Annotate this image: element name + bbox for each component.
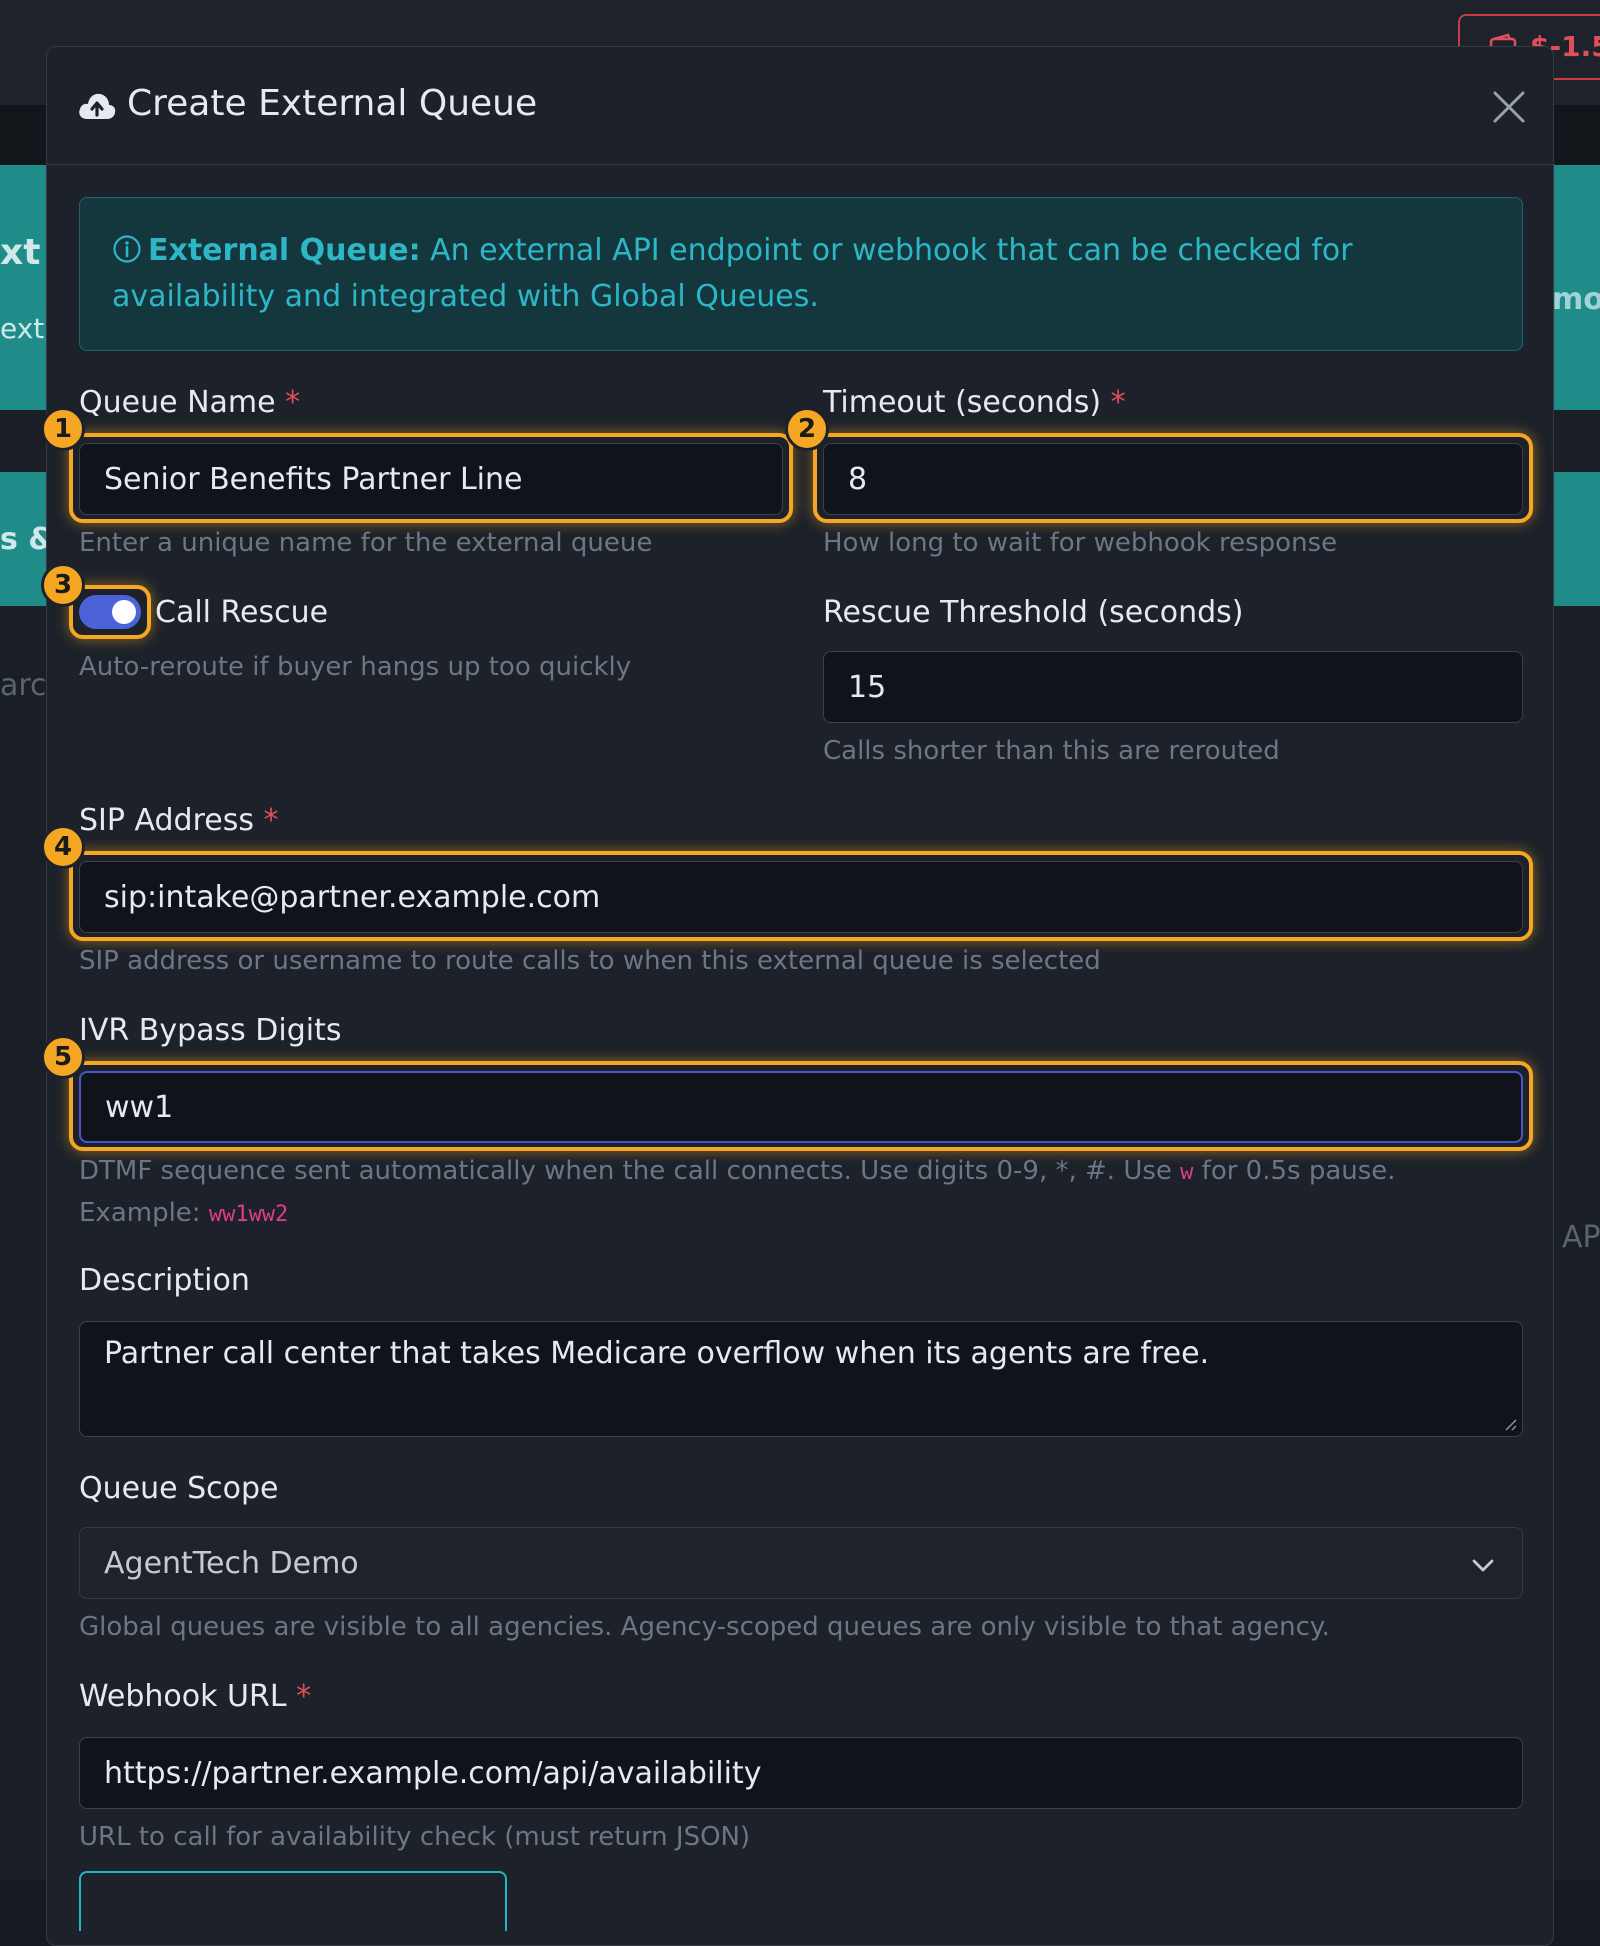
required-asterisk: *	[1110, 385, 1126, 420]
description-text: Partner call center that takes Medicare …	[104, 1336, 1210, 1371]
background-search-fragment: arc	[0, 668, 47, 703]
background-subtitle-fragment: ext	[0, 312, 45, 345]
resize-handle-icon[interactable]	[1502, 1416, 1518, 1432]
description-label: Description	[79, 1263, 250, 1298]
background-title-fragment: xt	[0, 232, 41, 273]
ivr-help-example-code: ww1ww2	[208, 1202, 289, 1227]
modal-title: Create External Queue	[127, 83, 538, 124]
sip-address-label-text: SIP Address	[79, 803, 254, 838]
step-marker-1: 1	[41, 407, 85, 451]
step-marker-2: 2	[785, 407, 829, 451]
chevron-down-icon	[1472, 1559, 1494, 1572]
ivr-help-code-pause: w	[1180, 1160, 1194, 1185]
sip-address-label: SIP Address *	[79, 803, 279, 838]
step-marker-4: 4	[41, 825, 85, 869]
queue-scope-select[interactable]: AgentTech Demo	[79, 1527, 1523, 1599]
create-external-queue-modal: Create External Queue External Queue: An…	[41, 46, 1555, 1946]
ivr-help-text: DTMF sequence sent automatically when th…	[79, 1156, 1181, 1186]
webhook-url-input[interactable]: https://partner.example.com/api/availabi…	[79, 1737, 1523, 1809]
timeout-help: How long to wait for webhook response	[823, 528, 1338, 558]
sip-address-input[interactable]: sip:intake@partner.example.com	[79, 861, 1523, 933]
ivr-bypass-label: IVR Bypass Digits	[79, 1013, 342, 1048]
required-asterisk: *	[296, 1679, 312, 1714]
queue-name-help: Enter a unique name for the external que…	[79, 528, 653, 558]
test-webhook-button[interactable]	[79, 1871, 507, 1931]
queue-name-label-text: Queue Name	[79, 385, 276, 420]
webhook-url-label-text: Webhook URL	[79, 1679, 287, 1714]
cloud-upload-icon	[79, 93, 116, 119]
step-marker-5: 5	[41, 1035, 85, 1079]
call-rescue-toggle[interactable]	[79, 595, 141, 629]
queue-name-input[interactable]: Senior Benefits Partner Line	[79, 443, 783, 515]
call-rescue-help: Auto-reroute if buyer hangs up too quick…	[79, 652, 632, 682]
call-rescue-label: Call Rescue	[155, 595, 329, 630]
timeout-label-text: Timeout (seconds)	[823, 385, 1102, 420]
close-icon[interactable]	[1489, 87, 1529, 127]
queue-scope-selected: AgentTech Demo	[104, 1545, 359, 1581]
queue-scope-help: Global queues are visible to all agencie…	[79, 1612, 1330, 1642]
rescue-threshold-label: Rescue Threshold (seconds)	[823, 595, 1244, 630]
info-icon	[113, 235, 141, 263]
rescue-threshold-help: Calls shorter than this are rerouted	[823, 736, 1280, 766]
ivr-help-example: Example:	[79, 1198, 209, 1228]
queue-scope-label: Queue Scope	[79, 1471, 279, 1506]
ivr-bypass-help: DTMF sequence sent automatically when th…	[79, 1151, 1396, 1235]
ivr-help-text-b: for 0.5s pause.	[1193, 1156, 1396, 1186]
description-textarea[interactable]: Partner call center that takes Medicare …	[79, 1321, 1523, 1437]
info-alert: External Queue: An external API endpoint…	[79, 197, 1523, 351]
timeout-input[interactable]: 8	[823, 443, 1523, 515]
required-asterisk: *	[263, 803, 279, 838]
toggle-knob	[112, 600, 136, 624]
background-demo-fragment: mo	[1552, 282, 1600, 317]
webhook-url-help: URL to call for availability check (must…	[79, 1822, 751, 1852]
modal-header: Create External Queue	[47, 47, 1555, 165]
step-marker-3: 3	[41, 563, 85, 607]
webhook-url-label: Webhook URL *	[79, 1679, 311, 1714]
queue-name-label: Queue Name *	[79, 385, 300, 420]
ivr-bypass-input[interactable]: ww1	[79, 1071, 1523, 1143]
required-asterisk: *	[285, 385, 301, 420]
info-alert-title: External Queue:	[148, 233, 421, 268]
rescue-threshold-input[interactable]: 15	[823, 651, 1523, 723]
timeout-label: Timeout (seconds) *	[823, 385, 1126, 420]
sip-address-help: SIP address or username to route calls t…	[79, 946, 1101, 976]
background-api-fragment: AP	[1562, 1220, 1600, 1255]
